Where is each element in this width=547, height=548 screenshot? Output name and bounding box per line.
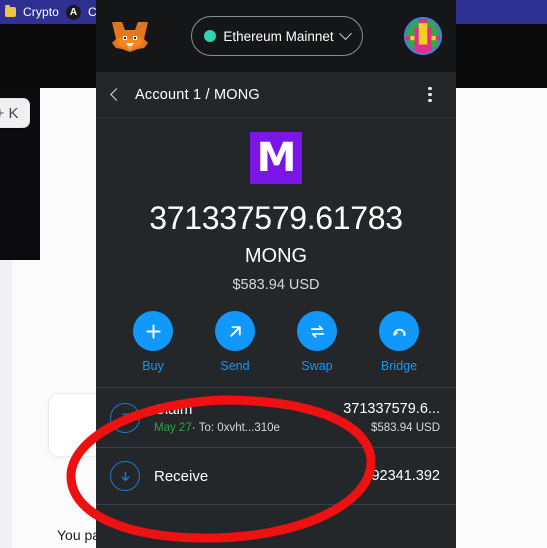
transaction-amount: 492341.392	[363, 468, 440, 484]
bridge-label: Bridge	[380, 359, 418, 373]
bridge-button[interactable]: Bridge	[373, 311, 425, 373]
transaction-info: Claim May 27· To: 0xvht...310e	[154, 401, 335, 434]
bridge-arc-icon	[379, 311, 419, 351]
blockie-pattern	[406, 19, 440, 53]
transaction-amounts: 371337579.6... $583.94 USD	[343, 401, 440, 434]
swap-arrows-icon	[297, 311, 337, 351]
page-left-strip	[0, 260, 12, 548]
you-paid-text: You pa	[57, 527, 101, 543]
send-label: Send	[220, 359, 250, 373]
metamask-fox-icon	[112, 22, 148, 52]
arrow-down-circle-icon	[110, 461, 140, 491]
network-selector[interactable]: Ethereum Mainnet	[191, 16, 363, 56]
token-symbol: MONG	[244, 245, 308, 267]
account-blockie-icon[interactable]	[404, 17, 442, 55]
token-balance: 371337579.61783	[149, 200, 403, 236]
keyboard-shortcut-chip: + K	[0, 98, 30, 128]
table-row[interactable]: Receive 492341.392	[96, 448, 456, 505]
swap-label: Swap	[301, 359, 333, 373]
arrow-up-right-icon	[215, 311, 255, 351]
token-fiat-value: $583.94 USD	[232, 277, 320, 293]
kebab-menu-icon[interactable]	[420, 85, 440, 105]
folder-icon	[5, 5, 16, 17]
transaction-list: Claim May 27· To: 0xvht...310e 371337579…	[96, 387, 456, 505]
buy-label: Buy	[142, 359, 164, 373]
transaction-title: Receive	[154, 467, 209, 485]
action-buttons: Buy Send Swap Bridge	[96, 311, 456, 387]
account-bar: Account 1 / MONG	[96, 72, 456, 118]
send-button[interactable]: Send	[209, 311, 261, 373]
metamask-popup: Ethereum Mainnet Account 1 / MONG M 3713…	[96, 0, 456, 548]
transaction-info: Receive	[154, 468, 355, 485]
buy-button[interactable]: Buy	[127, 311, 179, 373]
letter-a-avatar-icon: A	[65, 4, 81, 20]
network-label: Ethereum Mainnet	[223, 28, 334, 44]
plus-icon	[133, 311, 173, 351]
screen: Crypto A C + K You pa	[0, 0, 547, 548]
chevron-down-icon	[338, 26, 352, 40]
page-title: Account 1 / MONG	[135, 86, 260, 103]
transaction-amount: 371337579.6...	[343, 401, 440, 417]
chevron-left-icon[interactable]	[110, 88, 123, 101]
shortcut-label: + K	[0, 104, 19, 122]
transaction-date: May 27	[154, 422, 192, 434]
arrow-up-right-circle-icon	[110, 402, 140, 433]
transaction-detail: To: 0xvht...310e	[198, 422, 280, 434]
table-row[interactable]: Claim May 27· To: 0xvht...310e 371337579…	[96, 388, 456, 448]
transaction-separator: ·	[191, 422, 196, 434]
token-overview: M 371337579.61783 MONG $583.94 USD	[96, 118, 456, 293]
swap-button[interactable]: Swap	[291, 311, 343, 373]
transaction-title: Claim	[154, 401, 193, 418]
bookmark-item-crypto[interactable]: Crypto	[23, 5, 59, 19]
metamask-header: Ethereum Mainnet	[96, 0, 456, 72]
token-logo-letter: M	[256, 135, 297, 181]
mong-token-icon: M	[250, 132, 302, 184]
transaction-amounts: 492341.392	[363, 468, 440, 484]
transaction-fiat: $583.94 USD	[370, 422, 440, 434]
transaction-subtitle: May 27· To: 0xvht...310e	[154, 422, 335, 434]
network-status-dot-icon	[204, 30, 217, 42]
